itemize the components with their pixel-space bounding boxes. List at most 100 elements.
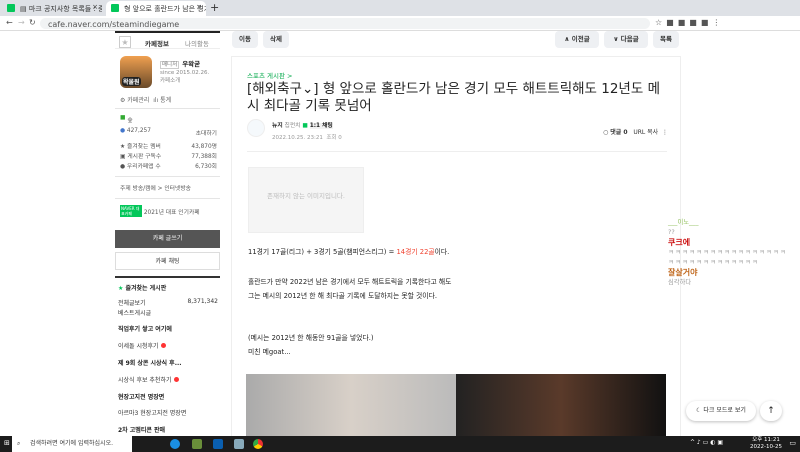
- minecraft-icon[interactable]: [192, 439, 202, 449]
- article: 스포츠 게시판 > [해외축구⌄] 형 앞으로 홀란드가 남은 경기 모두 해트…: [231, 56, 681, 447]
- app-icon[interactable]: [213, 439, 223, 449]
- tab-label: ▤ 마크 공지사항 목록들 : 중랑: [20, 5, 102, 13]
- nav-item-all[interactable]: 전체글보기 8,371,342: [118, 298, 218, 307]
- close-tab-icon[interactable]: ×: [196, 3, 202, 11]
- article-title: [해외축구⌄] 형 앞으로 홀란드가 남은 경기 모두 해트트릭해도 12년도 …: [247, 81, 660, 114]
- app-icon[interactable]: [234, 439, 244, 449]
- post-date: 2022.10.25. 23:21: [272, 135, 323, 141]
- move-button[interactable]: 이동: [232, 31, 258, 48]
- comment-icon: ○: [603, 129, 609, 136]
- cafe-manage-link[interactable]: ⚙ 카페관리: [120, 97, 149, 104]
- back-icon[interactable]: ←: [6, 18, 13, 27]
- favorite-star-icon[interactable]: ★: [119, 36, 131, 48]
- star-icon: ★: [118, 285, 124, 292]
- member-count: 427,257: [126, 128, 151, 134]
- comment-count[interactable]: 댓글 0: [610, 129, 627, 136]
- board-subs-value: 77,388회: [191, 154, 217, 160]
- cafe-chat-button[interactable]: 카페 채팅: [115, 252, 220, 270]
- tab-label: 형 앞으로 홀란드가 남은 경기 모: [124, 5, 206, 13]
- cafe-sidebar: ★ 카페정보 나의활동 왁물원 매니저 우왁굳 since 2015.02.26.…: [115, 31, 220, 436]
- url-copy-button[interactable]: URL 복사: [633, 129, 658, 136]
- list-button[interactable]: 목록: [653, 31, 679, 48]
- prev-post-button[interactable]: ∧ 이전글: [555, 31, 599, 48]
- author-level: 칩펀치: [284, 123, 301, 129]
- commenter-name: 잘살거야: [668, 268, 698, 277]
- url-text: cafe.naver.com/steamindiegame: [48, 20, 180, 29]
- cafe-favicon-icon: [111, 4, 119, 12]
- cafe-avatar: 왁물원: [120, 56, 152, 88]
- body-text: 미친 메goat...: [248, 348, 291, 356]
- windows-start-icon[interactable]: ⊞: [4, 439, 10, 447]
- cafe-level: 숲: [127, 118, 133, 124]
- new-tab-button[interactable]: +: [210, 1, 219, 14]
- stats-link[interactable]: ılı 통계: [153, 97, 171, 104]
- view-count: 조회 0: [326, 135, 342, 141]
- award-text: 2021년 대표 인기카페: [143, 209, 200, 216]
- naver-badge: NAVER 대표카페: [120, 205, 142, 217]
- tab-my-activity[interactable]: 나의활동: [185, 38, 209, 48]
- extension-icons[interactable]: ☆■■■■⋮: [655, 18, 724, 27]
- cafe-topic: 주제 방송/캠에 > 인터넷방송: [120, 186, 192, 192]
- chrome-icon[interactable]: [253, 439, 263, 449]
- url-input[interactable]: cafe.naver.com/steamindiegame: [40, 18, 650, 29]
- taskbar: ⊞ ⌕ 검색하려면 여기에 입력하십시오. ^ ♪ ▭ ◐ ▣ 오후 11:21 2…: [0, 436, 800, 452]
- fav-board-header[interactable]: 즐겨찾는 게시판: [125, 285, 166, 292]
- missing-image: 존재하지 않는 이미지입니다.: [248, 167, 364, 233]
- chat-button[interactable]: 1:1 채팅: [309, 123, 333, 129]
- author-avatar[interactable]: [247, 119, 265, 137]
- scroll-top-button[interactable]: ↑: [760, 401, 782, 421]
- our-cafe-value: 6,730회: [195, 164, 217, 170]
- write-post-button[interactable]: 카페 글쓰기: [115, 230, 220, 248]
- nav-item-best[interactable]: 베스트게시글: [118, 308, 151, 317]
- clock[interactable]: 오후 11:21 2022-10-25: [750, 437, 782, 451]
- level-icon: ■: [120, 115, 126, 121]
- invite-link[interactable]: 초대하기: [196, 128, 217, 137]
- reload-icon[interactable]: ↻: [29, 18, 36, 27]
- board-link[interactable]: 스포츠 게시판 >: [247, 70, 292, 80]
- nav-group: 직업후기 쌓고 여기에: [118, 326, 172, 333]
- more-icon[interactable]: ⋮: [662, 129, 668, 136]
- article-toolbar: 이동 삭제 ∧ 이전글 ∨ 다음글 목록: [230, 30, 680, 50]
- delete-button[interactable]: 삭제: [263, 31, 289, 48]
- address-bar-row: ← → ↻ cafe.naver.com/steamindiegame ☆■■■…: [0, 16, 800, 31]
- nav-item[interactable]: 이세돌 시청후기: [118, 341, 166, 350]
- forward-icon[interactable]: →: [18, 18, 25, 27]
- members-icon: ●: [120, 128, 126, 134]
- comment-text: ㅋㅋㅋㅋㅋㅋㅋㅋㅋㅋㅋㅋㅋㅋㅋㅋㅋㅋㅋㅋㅋㅋㅋㅋㅋㅋㅋㅋㅋㅋ: [668, 249, 787, 266]
- tab-notice[interactable]: ▤ 마크 공지사항 목록들 : 중랑 ×: [2, 1, 102, 16]
- manager-badge: 매니저: [160, 61, 180, 69]
- tab-bar: ▤ 마크 공지사항 목록들 : 중랑× 형 앞으로 홀란드가 남은 경기 모× …: [0, 0, 800, 16]
- side-comments: ___이노___ ?? 쿠크에 ㅋㅋㅋㅋㅋㅋㅋㅋㅋㅋㅋㅋㅋㅋㅋㅋㅋㅋㅋㅋㅋㅋㅋㅋ…: [668, 218, 800, 288]
- search-placeholder: 검색하려면 여기에 입력하십시오.: [30, 440, 114, 447]
- taskbar-search[interactable]: ⌕ 검색하려면 여기에 입력하십시오.: [12, 436, 132, 452]
- comment-text: 심각하다: [668, 279, 692, 286]
- nav-item[interactable]: 시상식 후보 추천하기: [118, 375, 179, 384]
- comment-text: ??: [668, 229, 675, 236]
- dark-mode-button[interactable]: ☾ 다크 모드로 보기: [686, 401, 756, 421]
- board-subs-label: 게시판 구독수: [127, 154, 162, 160]
- cafe-favicon-icon: [7, 4, 15, 12]
- notification-icon[interactable]: ▭: [789, 439, 796, 447]
- next-post-button[interactable]: ∨ 다음글: [604, 31, 648, 48]
- tab-article[interactable]: 형 앞으로 홀란드가 남은 경기 모×: [106, 1, 206, 16]
- nav-group: 2차 고멤티콘 판매: [118, 427, 165, 434]
- tab-cafe-info[interactable]: 카페정보: [145, 38, 169, 48]
- nav-item[interactable]: 아르마3 현장고지전 명장면: [118, 408, 186, 417]
- search-icon: ⌕: [17, 440, 21, 447]
- body-text: (메시는 2012년 한 해동안 91골을 넣었다.): [248, 334, 374, 342]
- since-date: since 2015.02.26.: [160, 70, 210, 76]
- tray-icons[interactable]: ^ ♪ ▭ ◐ ▣: [690, 439, 723, 446]
- commenter-name: 쿠크에: [668, 238, 691, 247]
- close-tab-icon[interactable]: ×: [92, 3, 98, 11]
- manager-name[interactable]: 우왁굳: [182, 60, 200, 68]
- body-text: 홀란드가 만약 2022년 남은 경기에서 모두 해트트릭을 기록한다고 해도: [248, 278, 452, 286]
- nav-group: 현장고지전 명장면: [118, 394, 165, 401]
- our-cafe-label: 우리카페앱 수: [126, 164, 161, 170]
- nav-group: 제 9회 상콘 시상식 후...: [118, 360, 182, 367]
- author-name[interactable]: 뉴지: [272, 123, 283, 129]
- cafe-intro-link[interactable]: 카페소개: [160, 77, 209, 85]
- fav-members-label: 즐겨찾는 멤버: [127, 144, 161, 150]
- fav-members-value: 43,870명: [191, 144, 217, 150]
- commenter-name: ___이노___: [668, 219, 699, 226]
- edge-icon[interactable]: [170, 439, 180, 449]
